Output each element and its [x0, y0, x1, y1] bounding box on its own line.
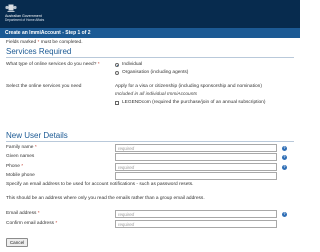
page-title: Create an ImmiAccount - Step 1 of 2: [5, 30, 91, 36]
new-user-heading: New User Details: [6, 131, 68, 140]
coat-of-arms-icon: [5, 4, 17, 12]
required-star: *: [21, 164, 24, 169]
required-note-suffix: must be completed.: [40, 40, 83, 45]
required-fields-note: Fields marked * must be completed.: [6, 40, 83, 46]
confirm-email-label: Confirm email address *: [6, 221, 57, 227]
email-help-line-2: This should be an address where only you…: [6, 196, 205, 201]
individual-radio[interactable]: [115, 63, 119, 67]
cancel-button[interactable]: Cancel: [6, 238, 28, 247]
included-text: Included in all individual ImmiAccounts: [115, 92, 198, 97]
given-names-input[interactable]: [115, 153, 277, 161]
family-name-label: Family name *: [6, 145, 37, 151]
services-heading: Services Required: [6, 47, 72, 56]
mobile-phone-label: Mobile phone: [6, 173, 35, 178]
email-help-line-1: Specify an email address to be used for …: [6, 182, 194, 187]
government-header: Australian Government Department of Home…: [0, 0, 300, 28]
organisation-label[interactable]: Organisation (including agents): [122, 70, 188, 76]
info-icon[interactable]: ?: [282, 154, 287, 160]
phone-label: Phone *: [6, 164, 23, 170]
service-type-question: What type of online services do you need…: [6, 62, 97, 67]
mobile-phone-input[interactable]: [115, 172, 277, 180]
required-star: *: [55, 221, 58, 226]
phone-label-text: Phone: [6, 164, 20, 169]
info-icon[interactable]: ?: [282, 211, 287, 217]
services-divider: [6, 57, 294, 58]
info-icon[interactable]: ?: [282, 164, 287, 170]
new-user-divider: [6, 141, 294, 142]
info-icon[interactable]: ?: [282, 145, 287, 151]
required-star: *: [37, 40, 40, 45]
required-star: *: [37, 211, 40, 216]
required-star: *: [97, 62, 100, 67]
select-services-label: Select the online services you need: [6, 84, 82, 89]
service-type-label: What type of online services do you need…: [6, 62, 100, 68]
email-label: Email address *: [6, 211, 40, 217]
family-name-label-text: Family name: [6, 145, 34, 150]
email-input[interactable]: [115, 210, 277, 218]
department-name: Department of Home Affairs: [5, 18, 45, 22]
confirm-email-label-text: Confirm email address: [6, 221, 54, 226]
family-name-input[interactable]: [115, 144, 277, 152]
apply-visa-text: Apply for a visa or citizenship (includi…: [115, 84, 262, 89]
organisation-radio[interactable]: [115, 71, 119, 75]
confirm-email-input[interactable]: [115, 220, 277, 228]
legendcom-label[interactable]: LEGENDcom (required the purchase/join of…: [122, 100, 265, 106]
legendcom-checkbox[interactable]: [115, 101, 119, 105]
required-star: *: [34, 145, 37, 150]
individual-label[interactable]: Individual: [122, 62, 142, 68]
email-label-text: Email address: [6, 211, 37, 216]
required-note-prefix: Fields marked: [6, 40, 37, 45]
given-names-label: Given names: [6, 154, 35, 159]
phone-input[interactable]: [115, 163, 277, 171]
